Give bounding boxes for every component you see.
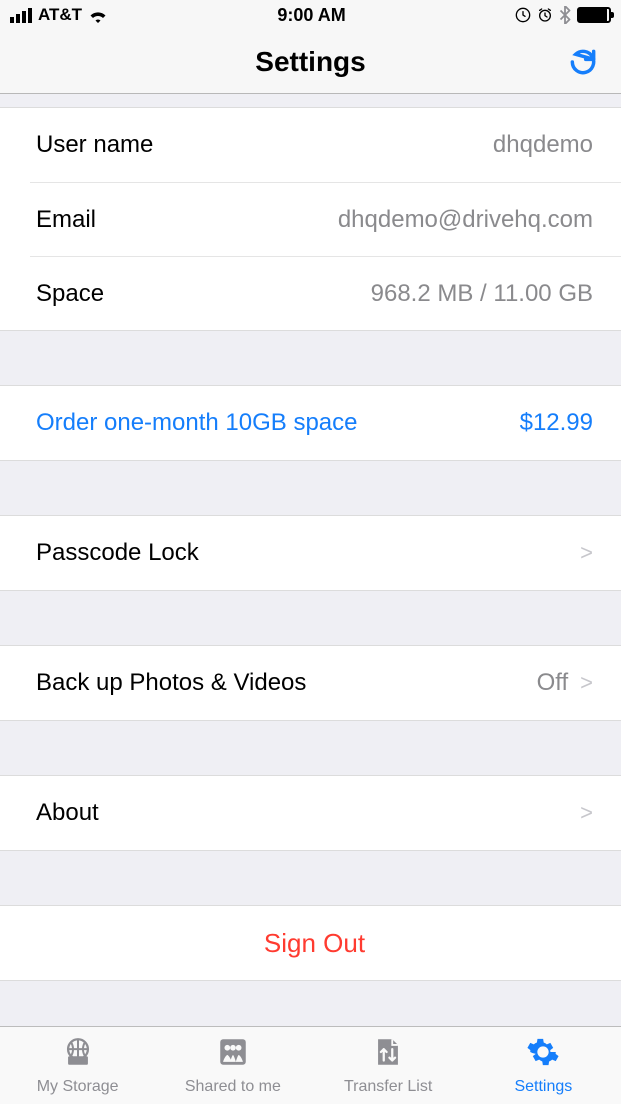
bluetooth-icon <box>559 6 571 24</box>
backup-row[interactable]: Back up Photos & Videos Off > <box>0 646 621 720</box>
globe-storage-icon <box>61 1035 95 1074</box>
rotation-lock-icon <box>515 7 531 23</box>
section-spacer <box>0 850 621 906</box>
space-row: Space 968.2 MB / 11.00 GB <box>30 256 621 330</box>
email-row: Email dhqdemo@drivehq.com <box>30 182 621 256</box>
backup-label: Back up Photos & Videos <box>36 669 306 697</box>
signout-label: Sign Out <box>264 928 365 959</box>
about-section: About > <box>0 776 621 850</box>
tab-label: Settings <box>514 1078 572 1096</box>
carrier-label: AT&T <box>38 5 82 25</box>
tab-shared-to-me[interactable]: Shared to me <box>155 1027 310 1104</box>
order-section: Order one-month 10GB space $12.99 <box>0 386 621 460</box>
section-spacer <box>0 94 621 108</box>
tab-label: Transfer List <box>344 1078 432 1096</box>
transfer-icon <box>371 1035 405 1074</box>
chevron-right-icon: > <box>580 800 593 826</box>
space-value: 968.2 MB / 11.00 GB <box>371 280 593 308</box>
order-price: $12.99 <box>520 409 593 437</box>
tab-settings[interactable]: Settings <box>466 1027 621 1104</box>
battery-icon <box>577 7 611 23</box>
passcode-section: Passcode Lock > <box>0 516 621 590</box>
email-value: dhqdemo@drivehq.com <box>338 206 593 234</box>
shared-icon <box>216 1035 250 1074</box>
status-bar: AT&T 9:00 AM <box>0 0 621 30</box>
section-spacer <box>0 720 621 776</box>
section-spacer <box>0 590 621 646</box>
section-spacer <box>0 330 621 386</box>
about-row[interactable]: About > <box>0 776 621 850</box>
username-row: User name dhqdemo <box>0 108 621 182</box>
backup-section: Back up Photos & Videos Off > <box>0 646 621 720</box>
about-label: About <box>36 799 99 827</box>
passcode-lock-row[interactable]: Passcode Lock > <box>0 516 621 590</box>
chevron-right-icon: > <box>580 670 593 696</box>
email-label: Email <box>36 206 96 234</box>
signout-section: Sign Out <box>0 906 621 980</box>
nav-header: Settings <box>0 30 621 94</box>
passcode-label: Passcode Lock <box>36 539 199 567</box>
section-spacer <box>0 460 621 516</box>
account-section: User name dhqdemo Email dhqdemo@drivehq.… <box>0 108 621 330</box>
username-label: User name <box>36 131 153 159</box>
tab-transfer-list[interactable]: Transfer List <box>311 1027 466 1104</box>
signal-icon <box>10 8 32 23</box>
tab-label: My Storage <box>37 1078 119 1096</box>
backup-value: Off <box>537 669 569 697</box>
status-time: 9:00 AM <box>277 5 345 26</box>
alarm-icon <box>537 7 553 23</box>
tab-label: Shared to me <box>185 1078 281 1096</box>
gear-icon <box>526 1035 560 1074</box>
space-label: Space <box>36 280 104 308</box>
tab-my-storage[interactable]: My Storage <box>0 1027 155 1104</box>
sign-out-button[interactable]: Sign Out <box>0 906 621 980</box>
refresh-button[interactable] <box>565 44 601 80</box>
status-right <box>515 6 611 24</box>
order-space-row[interactable]: Order one-month 10GB space $12.99 <box>0 386 621 460</box>
status-left: AT&T <box>10 5 108 25</box>
username-value: dhqdemo <box>493 131 593 159</box>
wifi-icon <box>88 8 108 23</box>
page-title: Settings <box>255 46 365 78</box>
chevron-right-icon: > <box>580 540 593 566</box>
tab-bar: My Storage Shared to me Transfer List Se… <box>0 1026 621 1104</box>
order-label: Order one-month 10GB space <box>36 409 358 437</box>
